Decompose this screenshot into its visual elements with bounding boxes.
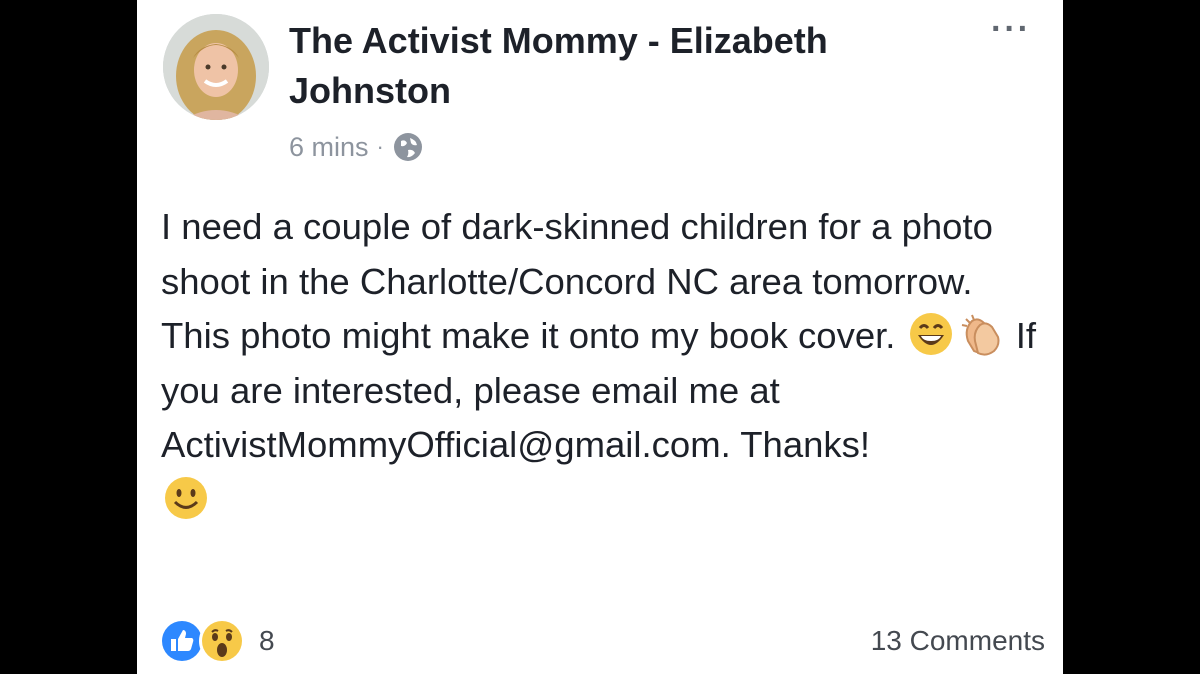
clapping-hands-icon (958, 311, 1004, 357)
comments-count-link[interactable]: 13 Comments (871, 616, 1045, 666)
letterbox-right (1063, 0, 1200, 674)
avatar-photo (163, 14, 269, 120)
more-options-button[interactable]: ··· (985, 10, 1037, 50)
post-timestamp[interactable]: 6 mins (289, 132, 369, 163)
letterbox-left (0, 0, 137, 674)
globe-icon[interactable] (392, 131, 424, 163)
grinning-face-icon (908, 311, 954, 357)
author-avatar[interactable] (163, 14, 269, 120)
post-meta: 6 mins · (289, 126, 424, 168)
wow-icon (199, 618, 245, 664)
post-body: I need a couple of dark-skinned children… (161, 200, 1041, 527)
reactions-summary[interactable]: 8 (159, 616, 275, 666)
facebook-post: The Activist Mommy - Elizabeth Johnston … (137, 0, 1063, 674)
reaction-count: 8 (259, 625, 275, 656)
smiling-face-icon (163, 475, 209, 521)
meta-separator: · (376, 134, 384, 159)
post-text-part-1: I need a couple of dark-skinned children… (161, 206, 993, 356)
post-author-name[interactable]: The Activist Mommy - Elizabeth Johnston (289, 16, 929, 116)
